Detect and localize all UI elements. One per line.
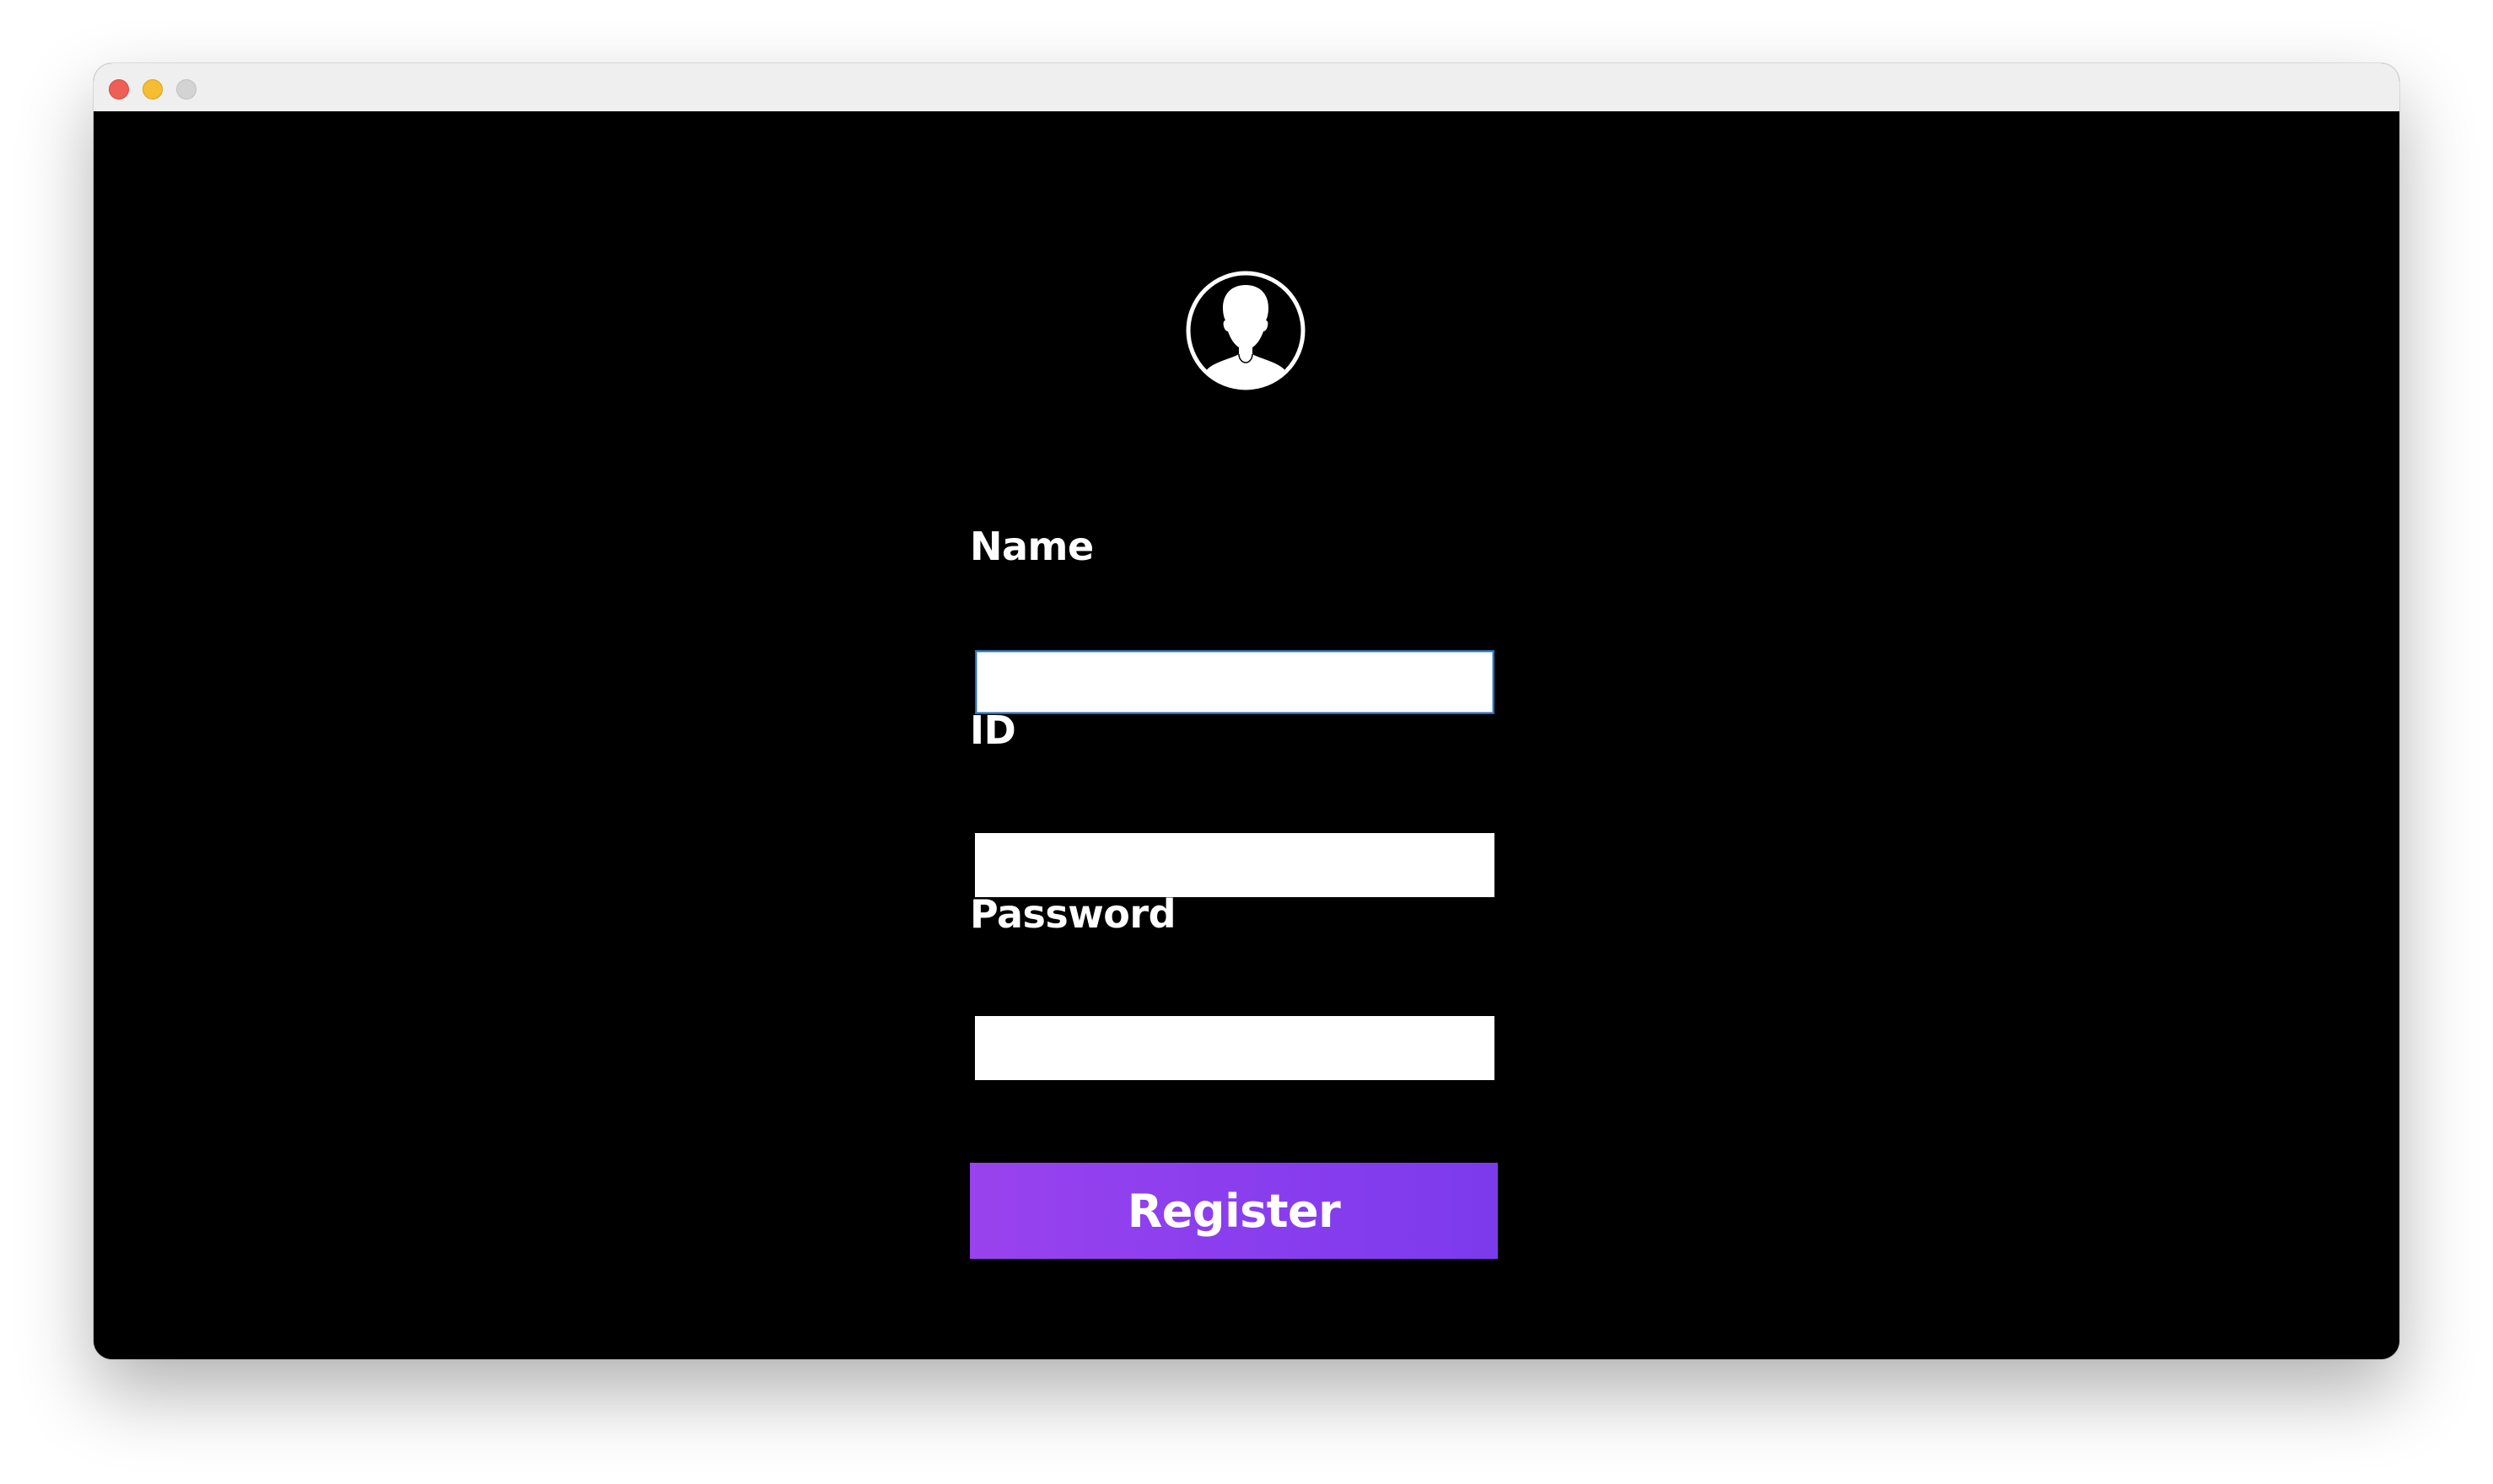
name-input[interactable] <box>975 650 1494 714</box>
id-input[interactable] <box>975 833 1494 897</box>
minimize-icon[interactable] <box>143 79 163 99</box>
maximize-icon[interactable] <box>176 79 197 99</box>
id-label: ID <box>970 707 1016 753</box>
name-label: Name <box>970 524 1094 569</box>
close-icon[interactable] <box>109 79 129 99</box>
registration-page: Name ID Password Register <box>94 111 2399 1359</box>
title-bar <box>94 63 2399 112</box>
app-window: Name ID Password Register <box>94 63 2399 1359</box>
password-input[interactable] <box>975 1016 1494 1080</box>
user-avatar-icon <box>1186 271 1306 390</box>
password-label: Password <box>970 891 1177 937</box>
register-button[interactable]: Register <box>970 1163 1498 1259</box>
